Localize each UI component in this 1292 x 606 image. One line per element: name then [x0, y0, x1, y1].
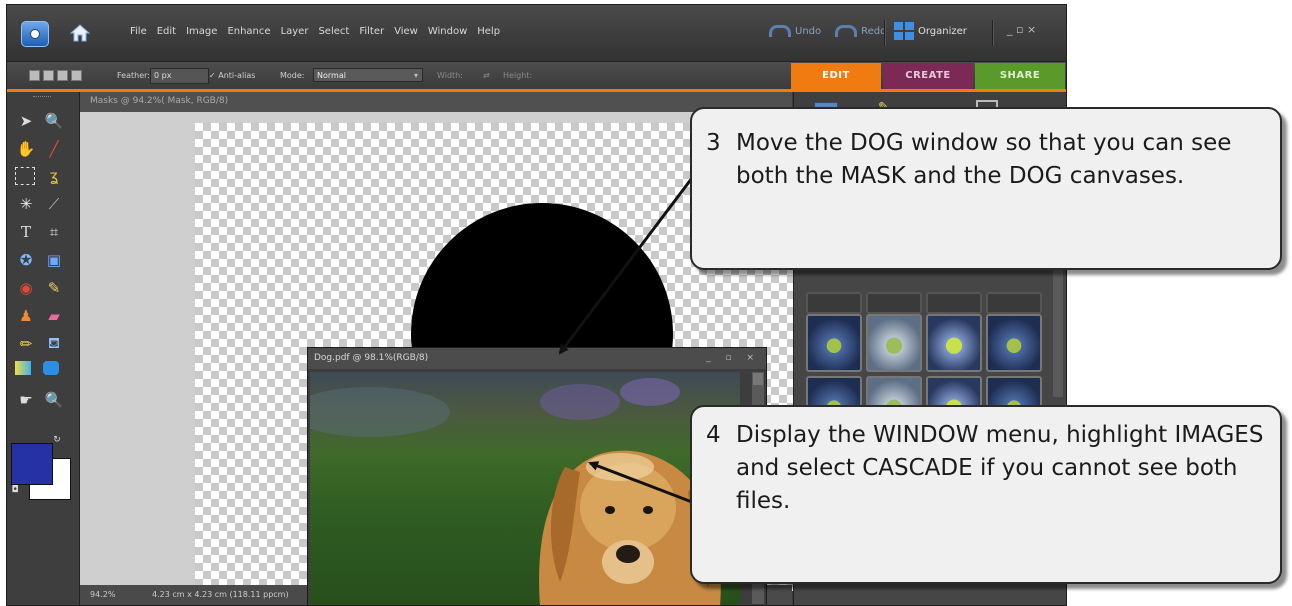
- feather-input[interactable]: 0 px: [150, 68, 209, 84]
- mode-select[interactable]: Normal ▾: [313, 68, 423, 82]
- antialias-checkbox[interactable]: ✓ Anti-alias: [209, 71, 255, 80]
- tab-edit[interactable]: EDIT: [791, 63, 881, 89]
- callout-text: Display the WINDOW menu, highlight IMAGE…: [736, 422, 1264, 514]
- dog-photo-drawing: [310, 378, 721, 605]
- tab-create[interactable]: CREATE: [883, 63, 973, 89]
- main-menu: File Edit Image Enhance Layer Select Fil…: [129, 26, 501, 37]
- clone-stamp-icon[interactable]: ♟: [15, 305, 37, 327]
- callout-text: Move the DOG window so that you can see …: [736, 130, 1232, 189]
- redo-icon: [835, 25, 858, 37]
- mask-document-title: Masks @ 94.2%( Mask, RGB/8): [80, 92, 792, 112]
- dog-window-titlebar[interactable]: Dog.pdf @ 98.1%(RGB/8): [308, 348, 766, 369]
- swap-icon: ⇄: [483, 71, 490, 80]
- organizer-button[interactable]: Organizer: [894, 22, 967, 40]
- move-tool-icon[interactable]: ➤: [15, 110, 37, 132]
- cookie-cutter-icon[interactable]: ✪: [15, 249, 37, 271]
- menu-enhance[interactable]: Enhance: [226, 26, 271, 37]
- dog-photo: [310, 372, 740, 605]
- menu-image[interactable]: Image: [185, 26, 218, 37]
- type-tool-icon[interactable]: T: [15, 221, 37, 243]
- menu-bar: File Edit Image Enhance Layer Select Fil…: [7, 5, 1066, 61]
- foreground-color-swatch[interactable]: [11, 443, 53, 485]
- menu-layer[interactable]: Layer: [280, 26, 310, 37]
- default-colors-icon[interactable]: ◘: [9, 484, 21, 496]
- callout-number: 4: [706, 422, 721, 448]
- organizer-icon: [894, 22, 914, 40]
- chevron-down-icon: ▾: [413, 71, 418, 80]
- zoom-level[interactable]: 94.2%: [90, 585, 115, 605]
- shape-tool-icon[interactable]: [43, 361, 59, 375]
- dog-window-title: Dog.pdf @ 98.1%(RGB/8): [314, 353, 429, 363]
- dog-window-controls[interactable]: _ ▫ ×: [706, 348, 760, 368]
- lasso-tool-icon[interactable]: ʓ: [43, 165, 65, 187]
- swap-colors-icon[interactable]: ↻: [51, 434, 63, 446]
- callout-number: 3: [706, 130, 721, 156]
- effect-thumbnail[interactable]: [806, 314, 862, 372]
- healing-brush-icon[interactable]: ✎: [43, 277, 65, 299]
- zoom-tool-icon[interactable]: 🔍: [43, 110, 65, 132]
- organizer-label: Organizer: [918, 25, 967, 37]
- feather-label: Feather:: [117, 71, 150, 80]
- pencil-tool-icon[interactable]: ✏: [15, 333, 37, 355]
- tab-share[interactable]: SHARE: [975, 63, 1065, 89]
- window-controls[interactable]: _ ▫ ×: [1007, 23, 1036, 36]
- width-label: Width:: [437, 71, 463, 80]
- gradient-tool-icon[interactable]: [15, 361, 31, 375]
- effect-thumbnail[interactable]: [986, 292, 1042, 314]
- red-eye-tool-icon[interactable]: ◉: [15, 277, 37, 299]
- crop-tool-icon[interactable]: ⌗: [43, 221, 65, 243]
- menu-filter[interactable]: Filter: [358, 26, 385, 37]
- straighten-tool-icon[interactable]: ▣: [43, 249, 65, 271]
- callout-step-3: 3 Move the DOG window so that you can se…: [690, 107, 1282, 270]
- callout-step-4: 4 Display the WINDOW menu, highlight IMA…: [690, 405, 1282, 584]
- effect-thumbnail[interactable]: [806, 292, 862, 314]
- undo-button[interactable]: Undo: [769, 25, 821, 37]
- eyedropper-tool-icon[interactable]: ╱: [43, 138, 65, 160]
- redo-label: Redo: [861, 26, 887, 37]
- effect-thumbnail[interactable]: [926, 292, 982, 314]
- menu-file[interactable]: File: [129, 26, 148, 37]
- magic-wand-tool-icon[interactable]: ✳: [15, 193, 37, 215]
- effect-thumbnail[interactable]: [866, 314, 922, 372]
- undo-icon: [769, 25, 791, 37]
- toolbox-grip[interactable]: [33, 96, 51, 100]
- undo-label: Undo: [795, 26, 822, 37]
- mode-label: Mode:: [280, 71, 305, 80]
- home-icon[interactable]: [67, 20, 93, 46]
- redo-button[interactable]: Redo: [835, 25, 886, 37]
- height-label: Height:: [503, 71, 533, 80]
- undo-redo-group: Undo Redo: [769, 25, 886, 37]
- selection-mode-icons[interactable]: [29, 70, 82, 81]
- sponge-tool-icon[interactable]: 🔍: [43, 389, 65, 411]
- toolbox: ➤ 🔍 ✋ ╱ ʓ ✳ ⟋ T ⌗ ✪ ▣ ◉ ✎ ♟ ▰ ✏ ⛾ ☛ 🔍 ↻ …: [7, 92, 80, 605]
- menu-help[interactable]: Help: [476, 26, 501, 37]
- paint-bucket-icon[interactable]: ⛾: [43, 333, 65, 355]
- smudge-tool-icon[interactable]: ☛: [15, 389, 37, 411]
- menu-view[interactable]: View: [393, 26, 419, 37]
- eraser-tool-icon[interactable]: ▰: [43, 305, 65, 327]
- marquee-tool-icon[interactable]: [15, 167, 35, 185]
- effect-thumbnail[interactable]: [866, 292, 922, 314]
- antialias-label: Anti-alias: [218, 71, 256, 80]
- selection-brush-icon[interactable]: ⟋: [43, 193, 65, 215]
- menu-edit[interactable]: Edit: [156, 26, 177, 37]
- effect-thumbnail[interactable]: [926, 314, 982, 372]
- effect-thumbnail[interactable]: [986, 314, 1042, 372]
- document-area: Masks @ 94.2%( Mask, RGB/8) 94.2% 4.23 c…: [80, 92, 795, 605]
- menu-separator: [992, 20, 994, 46]
- menu-select[interactable]: Select: [317, 26, 350, 37]
- menu-separator: [884, 20, 886, 46]
- document-size-info: 4.23 cm x 4.23 cm (118.11 ppcm): [152, 590, 289, 599]
- mode-value: Normal: [317, 71, 346, 80]
- app-logo-icon: [21, 21, 49, 47]
- hand-tool-icon[interactable]: ✋: [15, 138, 37, 160]
- menu-window[interactable]: Window: [427, 26, 468, 37]
